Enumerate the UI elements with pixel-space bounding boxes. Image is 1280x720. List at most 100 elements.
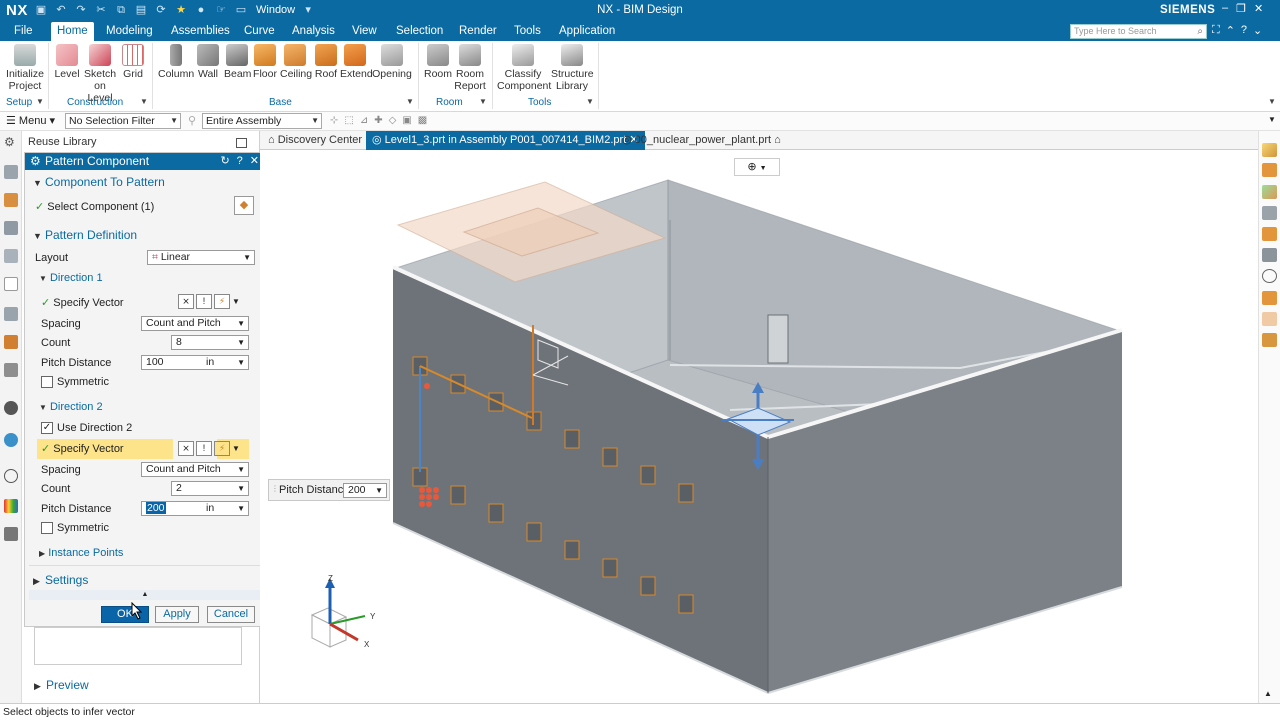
classify-component-button[interactable]: Classify Component <box>497 43 551 92</box>
tab-level1-part[interactable]: ◎ Level1_3.prt in Assembly P001_007414_B… <box>366 131 645 150</box>
assembly-tools-icon[interactable] <box>1262 291 1277 305</box>
extend-button[interactable]: Extend <box>340 43 373 80</box>
chevron-down-icon[interactable]: ▼ <box>36 97 44 106</box>
building-model[interactable] <box>260 150 1260 703</box>
window[interactable] <box>602 558 618 578</box>
undo-icon[interactable]: ↶ <box>54 3 68 17</box>
microphone-icon[interactable]: ● <box>194 3 208 17</box>
direction2-spacing-dropdown[interactable]: Count and Pitch ▼ <box>141 462 249 477</box>
window-menu[interactable]: Window <box>256 4 295 16</box>
component-select-icon[interactable]: ◆ <box>234 196 254 215</box>
direction2-specify-vector-row[interactable]: ✓ Specify Vector <box>41 442 124 455</box>
tab-tools[interactable]: Tools <box>508 22 547 41</box>
chevron-down-icon[interactable]: ⌄ <box>1253 24 1262 37</box>
window[interactable] <box>450 485 466 505</box>
initialize-project-button[interactable]: Initialize Project <box>6 43 44 92</box>
shaded-with-edges-icon[interactable] <box>1262 227 1277 241</box>
structure-library-button[interactable]: Structure Library <box>551 43 594 92</box>
touch-mode-icon[interactable]: ☞ <box>214 3 228 17</box>
orient-view-widget[interactable]: ⊕ ▼ <box>734 158 780 176</box>
apply-button[interactable]: Apply <box>155 606 199 623</box>
beam-button[interactable]: Beam <box>224 43 251 80</box>
measure-icon[interactable] <box>1262 333 1277 347</box>
paste-icon[interactable]: ▤ <box>134 3 148 17</box>
fullscreen-icon[interactable]: ⛶ <box>1212 24 1220 37</box>
select-all-icon[interactable]: ▣ <box>402 115 411 126</box>
visualization-palette-icon[interactable] <box>4 499 18 513</box>
favorites-star-icon[interactable]: ★ <box>174 3 188 17</box>
history-icon[interactable] <box>4 363 18 377</box>
system-materials-icon[interactable] <box>4 401 18 415</box>
selection-filter-dropdown[interactable]: No Selection Filter ▼ <box>65 113 181 129</box>
window[interactable] <box>526 522 542 542</box>
opening-button[interactable]: Opening <box>372 43 412 80</box>
pattern-definition-section[interactable]: ▼ Pattern Definition <box>33 228 137 242</box>
direction2-count-field[interactable]: 2 ▼ <box>171 481 249 496</box>
inferred-vector-icon[interactable]: ⚡ <box>214 294 230 309</box>
chevron-down-icon[interactable]: ▲ <box>1264 689 1272 698</box>
tab-modeling[interactable]: Modeling <box>100 22 159 41</box>
chevron-down-icon[interactable]: ▾ <box>301 3 315 17</box>
sketch-on-level-button[interactable]: Sketch on Level <box>84 43 116 104</box>
reset-icon[interactable]: ↻ <box>220 153 229 170</box>
component-icon[interactable] <box>4 277 18 291</box>
roof-button[interactable]: Roof <box>314 43 338 80</box>
component-to-pattern-section[interactable]: ▼ Component To Pattern <box>33 175 165 189</box>
tab-file[interactable]: File <box>8 22 39 41</box>
select-vertices-icon[interactable]: ◇ <box>389 115 397 126</box>
direction1-section[interactable]: ▼ Direction 1 <box>39 272 103 284</box>
help-icon[interactable]: ? <box>1241 24 1247 37</box>
direction1-pitch-field[interactable]: 100 in ▼ <box>141 355 249 370</box>
column-button[interactable]: Column <box>158 43 194 80</box>
close-icon[interactable]: ✕ <box>1254 2 1263 15</box>
window[interactable] <box>602 447 618 467</box>
edit-work-part-icon[interactable] <box>1262 185 1277 199</box>
orange-part-icon[interactable] <box>1262 163 1277 177</box>
cancel-button[interactable]: Cancel <box>207 606 255 623</box>
reverse-direction-icon[interactable]: ⨯ <box>178 294 194 309</box>
grid-button[interactable]: Grid <box>120 43 146 80</box>
restore-icon[interactable]: ❐ <box>1236 2 1246 15</box>
floor-button[interactable]: Floor <box>252 43 278 80</box>
chevron-down-icon[interactable]: ▼ <box>232 294 240 309</box>
chevron-down-icon[interactable]: ▼ <box>140 97 148 106</box>
graphics-window[interactable]: ⊕ ▼ Z Y X <box>260 150 1260 703</box>
tab-render[interactable]: Render <box>453 22 503 41</box>
vector-dialog-icon[interactable]: ! <box>196 441 212 456</box>
tab-nuclear-plant[interactable]: ◎ 00_nuclear_power_plant.prt ⌂ <box>616 131 787 150</box>
show-hide-icon[interactable] <box>1262 269 1277 283</box>
use-direction2-checkbox[interactable]: ✓ <box>41 422 53 434</box>
vector-dialog-icon[interactable]: ! <box>196 294 212 309</box>
section-view-icon[interactable] <box>1262 312 1277 326</box>
copy-icon[interactable]: ⧉ <box>114 3 128 17</box>
level-button[interactable]: Level <box>53 43 81 80</box>
chevron-down-icon[interactable]: ▼ <box>586 97 594 106</box>
search-icon[interactable]: ⌕ <box>1197 25 1203 38</box>
window[interactable] <box>488 503 504 523</box>
inferred-vector-icon[interactable]: ⚡ <box>214 441 230 456</box>
layout-dropdown[interactable]: ⌗ Linear ▼ <box>147 250 255 265</box>
direction2-symmetric-checkbox[interactable] <box>41 522 53 534</box>
show-less-toggle[interactable]: ▲ <box>29 590 261 600</box>
direction1-specify-vector-row[interactable]: ✓ Specify Vector <box>41 296 124 309</box>
tab-view[interactable]: View <box>346 22 383 41</box>
select-faces-icon[interactable]: ⬚ <box>344 115 353 126</box>
clock-icon[interactable] <box>4 469 18 483</box>
assembly-navigator-icon[interactable] <box>4 193 18 207</box>
process-studio-icon[interactable] <box>4 433 18 447</box>
pitch-popup-field[interactable]: 200 ▼ <box>343 483 387 498</box>
shaded-view-icon[interactable] <box>1262 143 1277 157</box>
wall-button[interactable]: Wall <box>196 43 220 80</box>
web-browser-icon[interactable] <box>4 335 18 349</box>
minimize-icon[interactable]: – <box>1222 2 1228 15</box>
chevron-down-icon[interactable]: ▼ <box>479 97 487 106</box>
select-component-row[interactable]: ✓ Select Component (1) <box>35 200 154 213</box>
tab-discovery-center[interactable]: ⌂ Discovery Center <box>262 131 368 150</box>
instance-points-section[interactable]: ▶ Instance Points <box>39 547 123 559</box>
maximize-panel-icon[interactable] <box>236 138 247 148</box>
pitch-distance-onscreen-input[interactable]: ⋮ Pitch Distance 200 ▼ <box>268 479 390 501</box>
select-by-type-icon[interactable]: ▩ <box>418 115 427 126</box>
window[interactable] <box>564 540 580 560</box>
window[interactable] <box>640 576 656 596</box>
wireframe-view-icon[interactable] <box>1262 206 1277 220</box>
